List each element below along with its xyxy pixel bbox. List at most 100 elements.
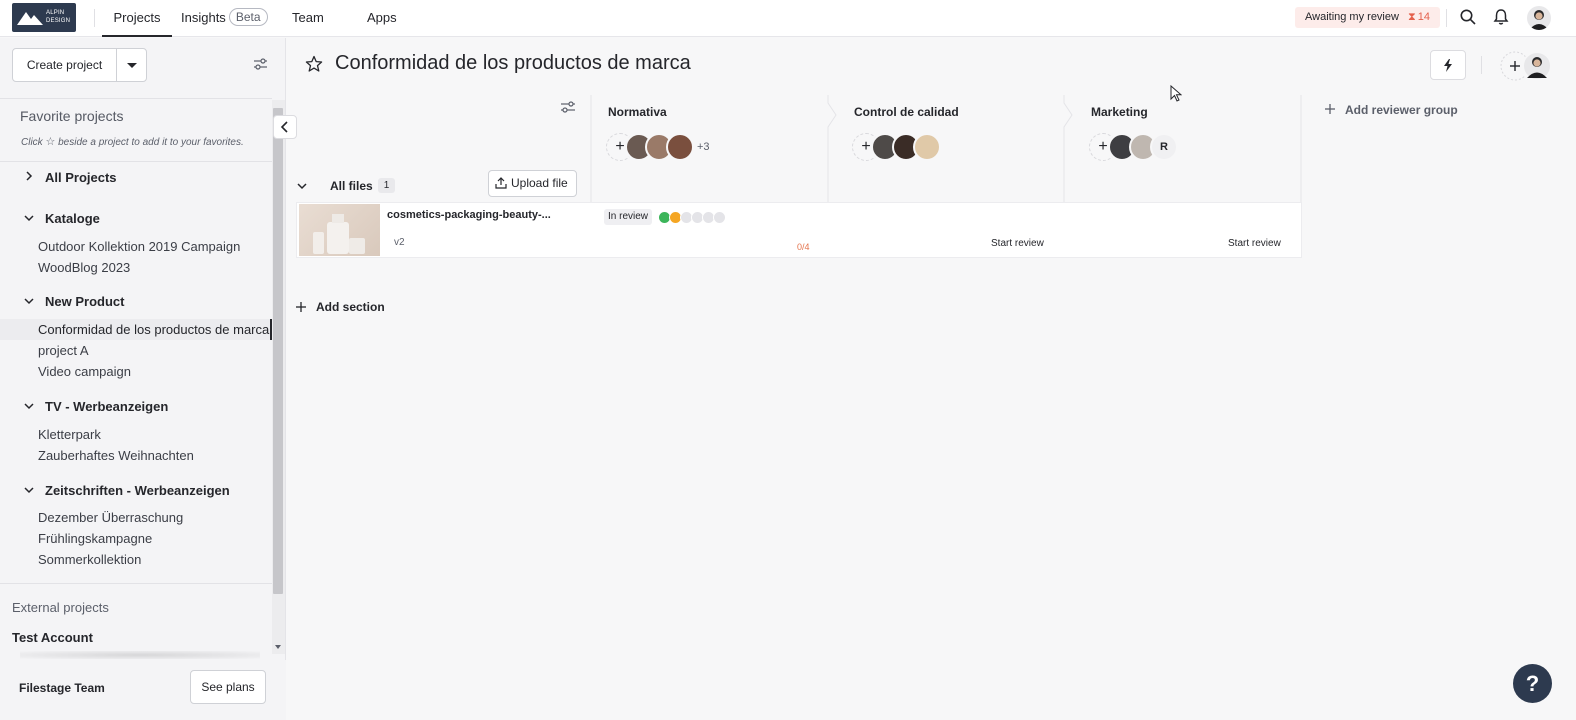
upload-file-button[interactable]: Upload file: [488, 170, 577, 197]
chevron-down-icon[interactable]: [24, 485, 34, 495]
see-plans-button[interactable]: See plans: [190, 670, 266, 704]
lightning-icon: [1444, 59, 1452, 72]
project-item[interactable]: Zauberhaftes Weihnachten: [38, 448, 194, 463]
user-avatar-image: [1529, 10, 1549, 30]
logo-text-line2: DESIGN: [46, 18, 71, 24]
plus-icon[interactable]: [295, 301, 307, 313]
company-logo[interactable]: ALPIN DESIGN: [12, 3, 76, 32]
add-section-button[interactable]: Add section: [316, 300, 385, 314]
chevron-right-icon[interactable]: [24, 171, 34, 181]
awaiting-review-label: Awaiting my review: [1305, 11, 1399, 23]
favorites-hint: Click ☆ beside a project to add it to yo…: [21, 135, 244, 148]
group-tv-werbeanzeigen[interactable]: TV - Werbeanzeigen: [45, 399, 168, 414]
review-step-dot: [713, 211, 726, 224]
awaiting-review-button[interactable]: Awaiting my review ⧗ 14: [1295, 7, 1440, 28]
favorite-star-icon[interactable]: [305, 55, 323, 73]
nav-insights[interactable]: Insights Beta: [181, 0, 268, 37]
group-kataloge[interactable]: Kataloge: [45, 211, 100, 226]
project-item[interactable]: Outdoor Kollektion 2019 Campaign: [38, 239, 240, 254]
nav-team[interactable]: Team: [292, 0, 324, 37]
nav-projects-label: Projects: [113, 10, 161, 25]
scrollbar-thumb[interactable]: [273, 108, 283, 594]
project-item[interactable]: WoodBlog 2023: [38, 260, 130, 275]
external-projects-title: External projects: [12, 600, 109, 615]
automation-button[interactable]: [1430, 50, 1466, 80]
favorites-hint-post: beside a project to add it to your favor…: [58, 137, 244, 148]
favorites-hint-pre: Click: [21, 137, 43, 148]
nav-team-label: Team: [292, 10, 324, 25]
favorites-title: Favorite projects: [20, 108, 124, 124]
logo-text-line1: ALPIN: [46, 10, 65, 16]
collapse-sidebar-button[interactable]: [273, 115, 297, 139]
plus-icon[interactable]: [1324, 103, 1336, 115]
scroll-shadow: [20, 651, 260, 659]
awaiting-review-count: 14: [1417, 11, 1430, 23]
top-bar: ALPIN DESIGN Projects Insights Beta Team …: [0, 0, 1576, 37]
bell-icon[interactable]: [1492, 8, 1510, 26]
project-item[interactable]: Frühlingskampagne: [38, 531, 152, 546]
divider: [0, 583, 272, 584]
reviewer-group-name[interactable]: Normativa: [608, 105, 667, 119]
external-account[interactable]: Test Account: [12, 630, 93, 645]
project-item[interactable]: Kletterpark: [38, 427, 101, 442]
column-settings-icon[interactable]: [560, 100, 576, 114]
filter-settings-icon[interactable]: [253, 57, 268, 71]
nav-projects[interactable]: Projects: [102, 0, 172, 37]
project-item[interactable]: Sommerkollektion: [38, 552, 141, 567]
reviewer-group-name[interactable]: Control de calidad: [854, 105, 959, 119]
project-item[interactable]: project A: [38, 343, 89, 358]
mouse-cursor-icon: [1170, 85, 1182, 102]
create-project-button[interactable]: Create project: [12, 48, 147, 82]
chevron-down-icon[interactable]: [24, 401, 34, 411]
caret-down-icon: [127, 63, 137, 68]
project-item[interactable]: Dezember Überraschung: [38, 510, 183, 525]
reviewer-avatar[interactable]: [913, 133, 941, 161]
divider: [94, 9, 95, 27]
group-new-product[interactable]: New Product: [45, 294, 124, 309]
chevron-left-icon: [280, 121, 288, 133]
group-zeitschriften-werbeanzeigen[interactable]: Zeitschriften - Werbeanzeigen: [45, 483, 230, 498]
start-review-button[interactable]: Start review: [1228, 238, 1281, 249]
logo-text: ALPIN DESIGN: [46, 9, 70, 25]
nav-apps-label: Apps: [367, 10, 397, 25]
start-review-button[interactable]: Start review: [991, 238, 1044, 249]
divider: [1481, 56, 1482, 74]
nav-apps[interactable]: Apps: [367, 0, 397, 37]
project-members[interactable]: [1497, 50, 1555, 82]
file-thumbnail-image: [313, 214, 365, 254]
project-item-active[interactable]: Conformidad de los productos de marca: [38, 322, 269, 337]
chevron-down-icon[interactable]: [24, 296, 34, 306]
hourglass-icon: ⧗: [1408, 11, 1416, 23]
nav-insights-label: Insights: [181, 10, 226, 25]
file-thumbnail[interactable]: [299, 204, 380, 256]
project-item[interactable]: Video campaign: [38, 364, 131, 379]
create-project-dropdown[interactable]: [116, 49, 146, 81]
project-title: Conformidad de los productos de marca: [335, 52, 691, 74]
sidebar: Create project Favorite projects Click ☆…: [0, 38, 297, 720]
file-count-badge: 1: [378, 178, 395, 193]
scroll-down-arrow-icon[interactable]: [274, 644, 282, 650]
divider: [0, 98, 272, 99]
reviewer-avatar[interactable]: [666, 133, 694, 161]
add-reviewer-group-button[interactable]: Add reviewer group: [1345, 103, 1458, 117]
help-button[interactable]: ?: [1513, 664, 1552, 703]
section-title[interactable]: All files: [330, 179, 373, 193]
group-all-projects[interactable]: All Projects: [45, 170, 117, 185]
divider: [0, 161, 272, 162]
file-name[interactable]: cosmetics-packaging-beauty-...: [387, 209, 551, 221]
beta-badge: Beta: [228, 8, 268, 26]
mountain-logo-icon: [17, 12, 43, 25]
search-icon[interactable]: [1459, 8, 1477, 26]
user-avatar[interactable]: [1527, 6, 1551, 30]
more-reviewers-count[interactable]: +3: [697, 141, 710, 153]
upload-file-label: Upload file: [511, 176, 568, 190]
reviewer-group-name[interactable]: Marketing: [1091, 105, 1148, 119]
team-name: Filestage Team: [19, 681, 105, 695]
file-version[interactable]: v2: [394, 237, 405, 248]
create-project-label: Create project: [26, 58, 103, 72]
chevron-down-icon[interactable]: [24, 213, 34, 223]
review-status-badge: In review: [604, 209, 653, 225]
chevron-down-icon[interactable]: [297, 181, 307, 191]
divider: [1446, 9, 1447, 27]
reviewer-initial-avatar[interactable]: R: [1150, 133, 1178, 161]
